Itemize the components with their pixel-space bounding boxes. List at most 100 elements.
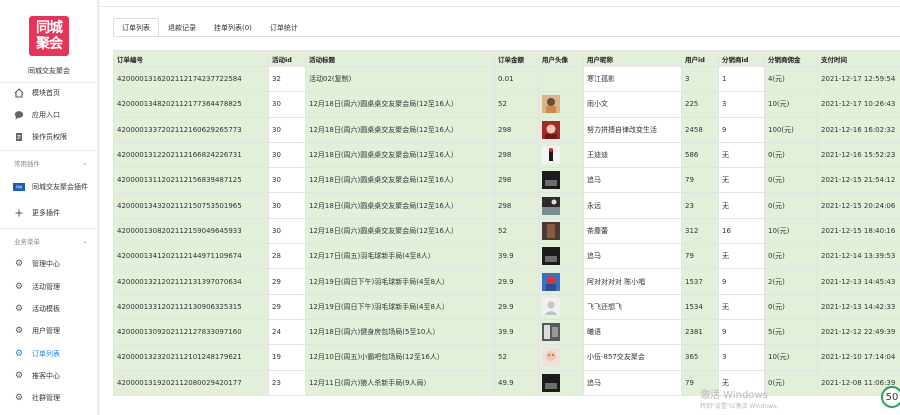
- user-avatar-cell: [538, 217, 584, 245]
- distributor-id-cell: 无: [718, 293, 765, 320]
- sidebar-item-label: 更多插件: [32, 209, 60, 217]
- order-amount-cell: 298: [494, 167, 539, 194]
- table-row[interactable]: 4200001312202112166824226731 30 12月18日(周六)…: [113, 141, 900, 169]
- sidebar-item-more-plugins[interactable]: 更多插件: [0, 204, 97, 222]
- order-amount-cell: 39.9: [494, 243, 539, 270]
- user-id-cell: 225: [681, 91, 719, 118]
- activity-id-cell: 28: [268, 243, 306, 270]
- sidebar-item-community-management[interactable]: ⚙ 社群管理: [0, 389, 97, 407]
- user-id-cell: 586: [681, 141, 719, 169]
- activity-title-cell: 12月18日(周六)圆桌桌交友聚会局(12至16人）: [305, 217, 495, 245]
- user-nickname-cell: 永远: [583, 192, 682, 219]
- user-id-cell: 2458: [681, 116, 719, 143]
- user-nickname-cell: 飞飞还想飞: [583, 293, 682, 320]
- table-row[interactable]: 4200001323202112101248179621 19 12月10日(周五)…: [113, 344, 900, 371]
- table-row[interactable]: 4200001337202112160629265773 30 12月18日(周六)…: [113, 116, 900, 143]
- avatar[interactable]: [542, 171, 580, 190]
- user-avatar-cell: [538, 293, 584, 320]
- order-id-cell: 4200001321202112131397070634: [113, 268, 269, 295]
- avatar[interactable]: [542, 95, 580, 114]
- section-head-plugins[interactable]: 常用插件 ⌄: [0, 155, 97, 171]
- sidebar-item-order-list[interactable]: ⚙ 订单列表: [0, 345, 97, 363]
- table-row[interactable]: 4200001308202112159049645933 30 12月18日(周六)…: [113, 217, 900, 245]
- column-header: 支付时间: [817, 50, 900, 67]
- order-amount-cell: 52: [494, 344, 539, 371]
- distributor-id-cell: 1: [718, 65, 765, 93]
- brand-name: 同城交友聚会: [28, 67, 70, 75]
- order-amount-cell: 29.9: [494, 268, 539, 295]
- avatar[interactable]: [542, 297, 580, 316]
- sidebar-item-app-entry[interactable]: 应用入口: [0, 106, 97, 124]
- table-row[interactable]: 4200001341202112144971109674 28 12月17日(周五)…: [113, 243, 900, 270]
- activity-id-cell: 29: [268, 268, 306, 295]
- avatar[interactable]: [542, 247, 580, 266]
- sidebar-item-operator-permissions[interactable]: 操作员权限: [0, 128, 97, 146]
- order-amount-cell: 298: [494, 192, 539, 219]
- payment-time-cell: 2021-12-17 10:26:43: [817, 91, 900, 118]
- tab-order-list[interactable]: 订单列表: [113, 18, 159, 37]
- order-id-cell: 4200001337202112160629265773: [113, 116, 269, 143]
- column-header: 订单金额: [494, 50, 539, 67]
- avatar[interactable]: [542, 221, 580, 240]
- tab-refund-records[interactable]: 退款记录: [159, 18, 205, 37]
- divider: [0, 228, 97, 229]
- sidebar-item-label: 推客中心: [32, 372, 60, 380]
- activity-id-cell: 23: [268, 369, 306, 396]
- app-logo[interactable]: 同城 聚会: [29, 16, 69, 56]
- distributor-commission-cell: 0(元): [764, 293, 818, 320]
- tab-order-statistics[interactable]: 订单统计: [261, 18, 307, 37]
- sidebar-item-user-management[interactable]: ⚙ 用户管理: [0, 322, 97, 340]
- home-icon: [14, 88, 24, 98]
- table-row[interactable]: 4200001311202112156839487125 30 12月18日(周六)…: [113, 167, 900, 194]
- logo-line-1: 同城: [36, 20, 63, 36]
- payment-time-cell: 2021-12-13 14:45:43: [817, 268, 900, 295]
- user-avatar-cell: [538, 141, 584, 169]
- payment-time-cell: 2021-12-15 18:40:16: [817, 217, 900, 245]
- sidebar-item-management-center[interactable]: ⚙ 管理中心: [0, 255, 97, 273]
- table-row[interactable]: 4200001348202112177364478825 30 12月18日(周六)…: [113, 91, 900, 118]
- tab-pending-orders[interactable]: 挂单列表(0): [205, 18, 261, 37]
- sidebar-item-promoter-center[interactable]: ⚙ 推客中心: [0, 367, 97, 385]
- floating-badge[interactable]: 50: [881, 386, 900, 408]
- plus-icon: [14, 208, 24, 218]
- avatar[interactable]: [542, 373, 580, 392]
- sidebar-item-activity-management[interactable]: ⚙ 活动管理: [0, 278, 97, 296]
- avatar[interactable]: [542, 196, 580, 215]
- divider: [113, 36, 900, 37]
- activity-id-cell: 30: [268, 116, 306, 143]
- table-row[interactable]: 4200001309202112127833097160 24 12月18日(周六)…: [113, 318, 900, 346]
- column-header: 分销商佣金: [764, 50, 818, 67]
- gear-icon: ⚙: [14, 282, 24, 292]
- order-id-cell: 4200001311202112156839487125: [113, 167, 269, 194]
- order-amount-cell: 52: [494, 217, 539, 245]
- table-row[interactable]: 4200001343202112150753501965 30 12月18日(周六)…: [113, 192, 900, 219]
- table-row[interactable]: 4200001321202112131397070634 29 12月19日(周日下…: [113, 268, 900, 295]
- distributor-commission-cell: 0(元): [764, 192, 818, 219]
- user-avatar-cell: [538, 344, 584, 371]
- avatar[interactable]: [542, 348, 580, 367]
- sidebar-item-plugin[interactable]: 同城 同城交友聚会插件: [0, 178, 97, 196]
- activity-id-cell: 24: [268, 318, 306, 346]
- avatar[interactable]: [542, 120, 580, 139]
- distributor-id-cell: 9: [718, 318, 765, 346]
- sidebar-item-module-home[interactable]: 模块首页: [0, 84, 97, 102]
- sidebar-item-label: 应用入口: [32, 111, 60, 119]
- table-row[interactable]: 4200001316202112174237722584 32 活动02(复制) 0.…: [113, 65, 900, 93]
- sidebar-item-activity-templates[interactable]: ⚙ 活动模板: [0, 300, 97, 318]
- user-nickname-cell: 王迪迪: [583, 141, 682, 169]
- section-title: 业务菜单: [14, 238, 40, 246]
- user-nickname-cell: 寒江孤影: [583, 65, 682, 93]
- order-amount-cell: 52: [494, 91, 539, 118]
- distributor-id-cell: 9: [718, 268, 765, 295]
- avatar[interactable]: [542, 146, 580, 165]
- user-nickname-cell: 曦语: [583, 318, 682, 346]
- order-id-cell: 4200001343202112150753501965: [113, 192, 269, 219]
- sidebar-item-label: 活动管理: [32, 283, 60, 291]
- section-head-business[interactable]: 业务菜单 ⌄: [0, 233, 97, 249]
- avatar[interactable]: [542, 323, 580, 342]
- table-row[interactable]: 4200001331202112130906325315 29 12月19日(周日下…: [113, 293, 900, 320]
- avatar[interactable]: [542, 272, 580, 291]
- order-id-cell: 4200001316202112174237722584: [113, 65, 269, 93]
- payment-time-cell: 2021-12-10 17:14:04: [817, 344, 900, 371]
- distributor-commission-cell: 10(元): [764, 344, 818, 371]
